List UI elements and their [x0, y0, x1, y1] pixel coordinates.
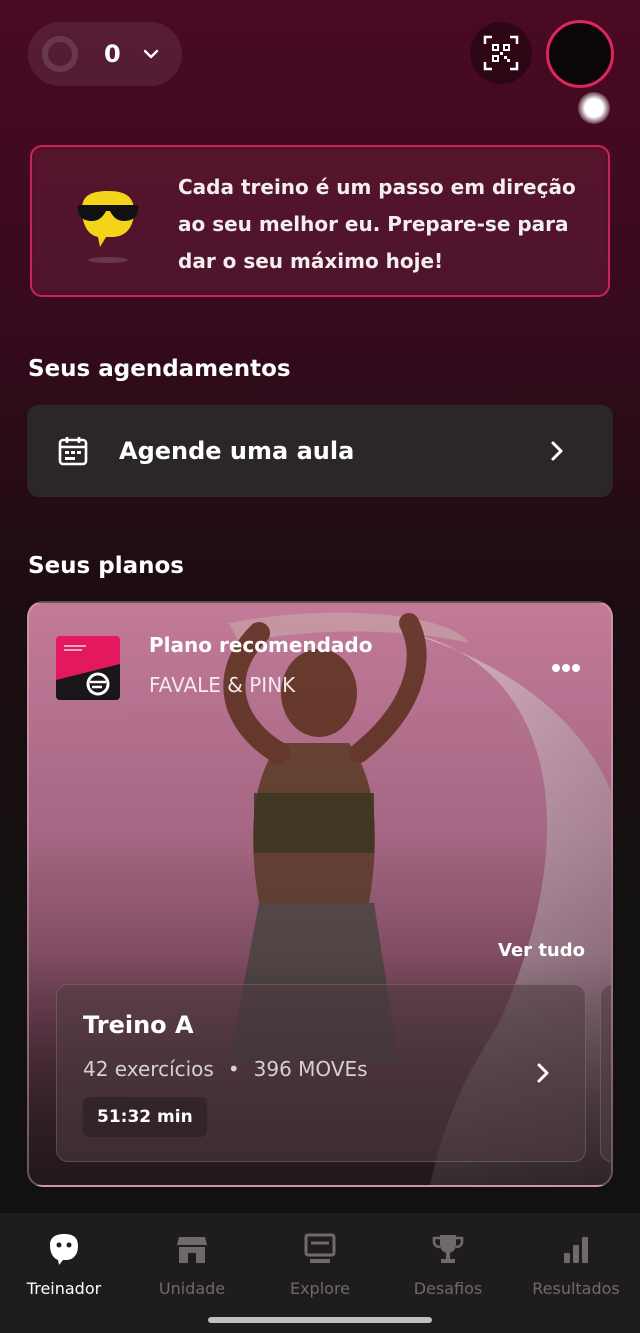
monitor-icon — [304, 1233, 336, 1263]
workout-title: Treino A — [83, 1011, 194, 1039]
coach-shadow — [88, 257, 128, 263]
avatar[interactable] — [546, 20, 614, 88]
nav-label: Explore — [289, 1279, 351, 1298]
plan-name: FAVALE & PINK — [149, 673, 296, 697]
nav-label: Treinador — [26, 1279, 102, 1298]
next-workout-card[interactable] — [600, 984, 611, 1162]
calendar-icon — [58, 437, 88, 466]
chevron-right-icon — [537, 1063, 549, 1083]
bottom-navigation: Treinador Unidade Explore Desafios Resul… — [0, 1213, 640, 1333]
plans-section-title: Seus planos — [28, 553, 184, 579]
progress-ring-icon — [42, 36, 78, 72]
qr-code-icon — [483, 35, 519, 71]
workout-meta: 42 exercícios • 396 MOVEs — [83, 1057, 368, 1081]
store-icon — [177, 1237, 207, 1263]
trophy-icon — [432, 1235, 464, 1263]
appointments-section-title: Seus agendamentos — [28, 356, 291, 382]
nav-item-resultados[interactable]: Resultados — [512, 1213, 640, 1313]
schedule-class-button[interactable]: Agende uma aula — [27, 405, 613, 497]
exercise-count: 42 exercícios — [83, 1057, 214, 1081]
nav-label: Unidade — [158, 1279, 226, 1298]
bar-chart-icon — [564, 1237, 588, 1263]
duration-badge: 51:32 min — [83, 1097, 207, 1137]
status-indicator — [578, 92, 610, 124]
see-all-link[interactable]: Ver tudo — [498, 940, 585, 961]
points-value: 0 — [104, 40, 121, 68]
points-selector[interactable]: 0 — [28, 22, 182, 86]
more-options-icon[interactable] — [551, 663, 581, 673]
chevron-down-icon — [143, 49, 159, 59]
plan-logo-image — [56, 636, 120, 700]
nav-label: Resultados — [532, 1279, 620, 1298]
nav-label: Desafios — [413, 1279, 483, 1298]
recommended-plan-card[interactable]: Plano recomendado FAVALE & PINK Ver tudo… — [27, 601, 613, 1187]
nav-item-treinador[interactable]: Treinador — [0, 1213, 128, 1313]
motivation-message: Cada treino é um passo em direção ao seu… — [178, 175, 576, 273]
nav-item-explore[interactable]: Explore — [256, 1213, 384, 1313]
chevron-right-icon — [551, 441, 563, 461]
moves-count: 396 MOVEs — [253, 1057, 368, 1081]
workout-card[interactable]: Treino A 42 exercícios • 396 MOVEs 51:32… — [56, 984, 586, 1162]
qr-code-button[interactable] — [470, 22, 532, 84]
meta-separator: • — [227, 1057, 240, 1081]
coach-icon — [50, 1234, 78, 1265]
motivation-card: Cada treino é um passo em direção ao seu… — [30, 145, 610, 297]
home-indicator[interactable] — [208, 1317, 432, 1323]
nav-item-desafios[interactable]: Desafios — [384, 1213, 512, 1313]
plan-kicker: Plano recomendado — [149, 633, 373, 657]
nav-item-unidade[interactable]: Unidade — [128, 1213, 256, 1313]
schedule-label: Agende uma aula — [119, 437, 355, 465]
cool-face-icon — [78, 191, 138, 247]
